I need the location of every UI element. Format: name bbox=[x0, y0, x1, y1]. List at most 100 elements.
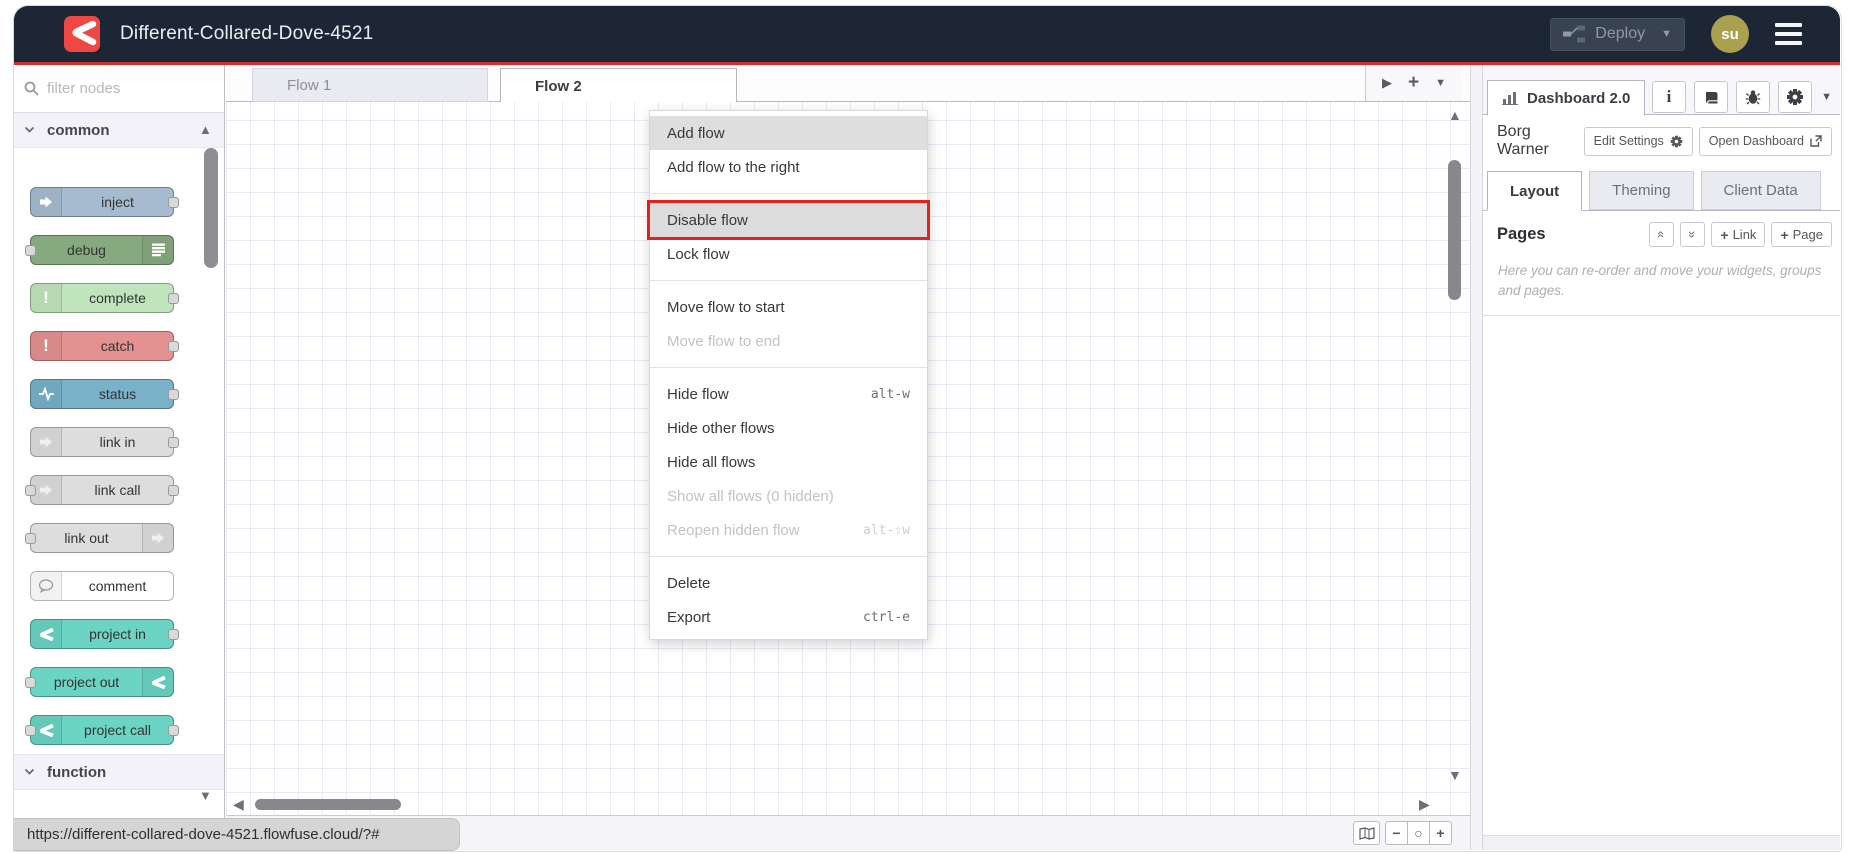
menu-item-add-flow-right[interactable]: Add flow to the right bbox=[650, 150, 927, 184]
arrow-right-icon bbox=[31, 188, 62, 216]
search-icon bbox=[24, 81, 39, 96]
deploy-options-chevron-icon[interactable]: ▼ bbox=[1661, 28, 1672, 40]
zoom-in-button[interactable]: + bbox=[1429, 821, 1452, 845]
flow-list-chevron-icon[interactable]: ▼ bbox=[1435, 77, 1446, 89]
open-dashboard-button[interactable]: Open Dashboard bbox=[1698, 126, 1832, 156]
chevron-down-icon bbox=[24, 768, 35, 775]
scroll-tabs-right-icon[interactable]: ▶ bbox=[1382, 75, 1392, 91]
tab-flow-2[interactable]: Flow 2 bbox=[500, 68, 737, 103]
output-port bbox=[168, 389, 179, 400]
canvas-vscrollbar-thumb[interactable] bbox=[1448, 160, 1461, 300]
main-menu-button[interactable] bbox=[1775, 23, 1802, 45]
palette-node-link-out[interactable]: link out bbox=[25, 523, 174, 553]
tab-theming[interactable]: Theming bbox=[1589, 171, 1694, 210]
expand-all-button[interactable]: » bbox=[1680, 222, 1706, 247]
tab-client-data[interactable]: Client Data bbox=[1700, 171, 1821, 210]
zoom-out-button[interactable]: − bbox=[1385, 821, 1408, 845]
menu-item-export[interactable]: Export ctrl-e bbox=[650, 600, 927, 634]
pages-title: Pages bbox=[1497, 225, 1546, 243]
deploy-icon bbox=[1563, 25, 1586, 43]
help-docs-button[interactable] bbox=[1694, 81, 1728, 113]
palette-node-catch[interactable]: ! catch bbox=[30, 331, 179, 361]
palette-node-comment[interactable]: comment bbox=[30, 571, 174, 601]
input-port bbox=[25, 245, 36, 256]
exclamation-icon: ! bbox=[31, 332, 62, 360]
input-port bbox=[25, 725, 36, 736]
palette-scrollbar-thumb[interactable] bbox=[204, 148, 218, 268]
menu-item-disable-flow[interactable]: Disable flow bbox=[650, 203, 927, 237]
palette-category-function[interactable]: function bbox=[14, 754, 224, 790]
palette-node-inject[interactable]: inject bbox=[30, 187, 179, 217]
menu-divider bbox=[650, 367, 927, 368]
tab-flow-1[interactable]: Flow 1 bbox=[252, 68, 488, 102]
canvas-scroll-right-icon[interactable]: ▶ bbox=[1419, 796, 1430, 813]
double-chevron-down-icon: » bbox=[1685, 230, 1701, 239]
collapse-all-button[interactable]: « bbox=[1649, 222, 1675, 247]
menu-item-move-flow-start[interactable]: Move flow to start bbox=[650, 290, 927, 324]
link-arrow-icon bbox=[31, 428, 62, 456]
palette-node-complete[interactable]: ! complete bbox=[30, 283, 179, 313]
palette-search-placeholder: filter nodes bbox=[47, 80, 121, 97]
add-link-button[interactable]: + Link bbox=[1711, 222, 1766, 247]
canvas-scroll-up-icon[interactable]: ▲ bbox=[1448, 107, 1462, 123]
info-button[interactable]: i bbox=[1652, 81, 1686, 113]
shortcut-label: alt-⇧w bbox=[863, 522, 910, 538]
edit-settings-button[interactable]: Edit Settings bbox=[1583, 126, 1693, 156]
config-nodes-button[interactable] bbox=[1778, 81, 1812, 113]
palette-node-project-call[interactable]: project call bbox=[25, 715, 179, 745]
right-sidebar: Dashboard 2.0 i ▼ Borg Warner Edit Setti… bbox=[1483, 65, 1840, 850]
menu-item-lock-flow[interactable]: Lock flow bbox=[650, 237, 927, 271]
deploy-label: Deploy bbox=[1595, 25, 1646, 42]
user-avatar[interactable]: su bbox=[1711, 15, 1749, 53]
zoom-reset-button[interactable]: ○ bbox=[1407, 821, 1430, 845]
menu-item-add-flow[interactable]: Add flow bbox=[650, 116, 927, 150]
tab-layout[interactable]: Layout bbox=[1487, 171, 1583, 211]
deploy-button[interactable]: Deploy ▼ bbox=[1550, 17, 1685, 51]
palette-scroll-down-icon[interactable]: ▼ bbox=[199, 788, 212, 803]
input-port bbox=[25, 485, 36, 496]
sidebar-footer bbox=[1483, 835, 1840, 850]
output-port bbox=[168, 629, 179, 640]
palette-node-list: inject debug ! complete ! catch status l… bbox=[14, 148, 224, 754]
avatar-initials: su bbox=[1721, 25, 1739, 43]
palette-node-status[interactable]: status bbox=[30, 379, 179, 409]
palette-node-project-in[interactable]: project in bbox=[30, 619, 179, 649]
add-flow-button[interactable]: + bbox=[1408, 72, 1419, 94]
hamburger-icon bbox=[1775, 23, 1802, 27]
add-page-button[interactable]: + Page bbox=[1771, 222, 1832, 247]
canvas-hscrollbar-thumb[interactable] bbox=[255, 799, 401, 810]
output-port bbox=[168, 341, 179, 352]
menu-item-move-flow-end: Move flow to end bbox=[667, 332, 781, 350]
menu-item-hide-other-flows[interactable]: Hide other flows bbox=[650, 411, 927, 445]
minimap-button[interactable] bbox=[1353, 821, 1380, 845]
dashboard-header-row: Borg Warner Edit Settings Open Dashboard bbox=[1483, 115, 1840, 167]
tab-dashboard-2[interactable]: Dashboard 2.0 bbox=[1487, 80, 1646, 116]
canvas-scroll-left-icon[interactable]: ◀ bbox=[233, 796, 244, 813]
menu-item-hide-flow[interactable]: Hide flow alt-w bbox=[650, 377, 927, 411]
sidebar-divider bbox=[1483, 314, 1840, 316]
sidebar-options-chevron-icon[interactable]: ▼ bbox=[1821, 91, 1832, 103]
gear-icon bbox=[1670, 135, 1683, 147]
map-icon bbox=[1358, 826, 1375, 840]
palette-node-link-call[interactable]: link call bbox=[25, 475, 179, 505]
palette-node-debug[interactable]: debug bbox=[25, 235, 174, 265]
menu-item-hide-all-flows[interactable]: Hide all flows bbox=[650, 445, 927, 479]
tab-label: Flow 2 bbox=[535, 77, 582, 95]
palette-category-common[interactable]: common bbox=[14, 113, 224, 148]
output-port bbox=[168, 725, 179, 736]
plus-icon: + bbox=[1720, 226, 1729, 243]
sidebar-resize-handle[interactable] bbox=[1470, 65, 1483, 850]
flowfuse-logo-icon bbox=[64, 16, 100, 52]
palette-node-link-in[interactable]: link in bbox=[30, 427, 179, 457]
external-link-icon bbox=[1810, 135, 1822, 147]
bar-chart-icon bbox=[1502, 92, 1518, 105]
palette-scroll-up-icon[interactable]: ▲ bbox=[199, 122, 212, 137]
debug-messages-button[interactable] bbox=[1736, 81, 1770, 113]
info-icon: i bbox=[1666, 87, 1672, 106]
gear-icon bbox=[1787, 89, 1803, 105]
menu-item-delete[interactable]: Delete bbox=[650, 566, 927, 600]
canvas-scroll-down-icon[interactable]: ▼ bbox=[1448, 767, 1462, 783]
palette-node-project-out[interactable]: project out bbox=[25, 667, 174, 697]
shortcut-label: alt-w bbox=[870, 386, 910, 402]
palette-search[interactable]: filter nodes bbox=[14, 65, 224, 113]
